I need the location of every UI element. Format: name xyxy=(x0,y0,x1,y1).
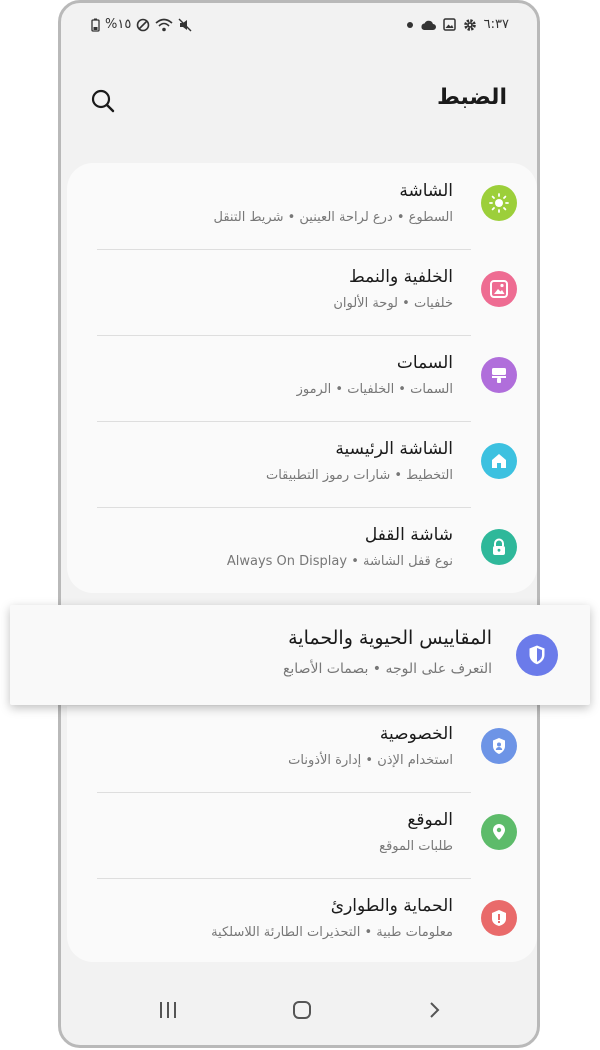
settings-item-subtitle: التعرف على الوجه • بصمات الأصابع xyxy=(282,661,492,677)
settings-gear-icon xyxy=(463,18,476,31)
settings-item-title: الخصوصية xyxy=(379,724,453,744)
cloud-icon xyxy=(421,20,436,30)
home-icon xyxy=(481,443,517,479)
shield-icon xyxy=(516,634,558,676)
gallery-icon xyxy=(442,18,456,31)
settings-item-title: الخلفية والنمط xyxy=(349,267,453,287)
location-icon xyxy=(481,814,517,850)
settings-item-title: الشاشة xyxy=(399,181,453,201)
settings-item-title: المقاييس الحيوية والحماية xyxy=(288,627,492,649)
back-button[interactable] xyxy=(417,993,451,1027)
search-icon xyxy=(91,89,115,113)
status-right: ٦:٣٧ xyxy=(406,17,509,32)
settings-item-title: السمات xyxy=(396,353,453,373)
search-button[interactable] xyxy=(89,87,117,115)
settings-item-subtitle: طلبات الموقع xyxy=(379,839,453,854)
settings-item-location[interactable]: الموقع طلبات الموقع xyxy=(67,792,537,878)
settings-item-title: الحماية والطوارئ xyxy=(330,896,453,916)
privacy-icon xyxy=(481,728,517,764)
settings-item-subtitle: نوع قفل الشاشة • Always On Display xyxy=(226,554,453,569)
status-left: %١٥ xyxy=(91,17,192,32)
settings-item-subtitle: السمات • الخلفيات • الرموز xyxy=(296,382,453,397)
brightness-icon xyxy=(481,185,517,221)
recent-apps-button[interactable] xyxy=(151,993,185,1027)
settings-item-subtitle: السطوع • درع لراحة العينين • شريط التنقل xyxy=(213,210,453,225)
home-button[interactable] xyxy=(285,993,319,1027)
settings-item-subtitle: خلفيات • لوحة الألوان xyxy=(333,296,453,311)
settings-item-privacy[interactable]: الخصوصية استخدام الإذن • إدارة الأذونات xyxy=(67,706,537,792)
status-bar: %١٥ ٦:٣٧ xyxy=(61,15,537,41)
battery-icon xyxy=(91,18,100,32)
settings-card-top: الشاشة السطوع • درع لراحة العينين • شريط… xyxy=(67,163,537,593)
settings-item-wallpaper[interactable]: الخلفية والنمط خلفيات • لوحة الألوان xyxy=(67,249,537,335)
home-button-icon xyxy=(293,1001,311,1019)
settings-card-bottom: الخصوصية استخدام الإذن • إدارة الأذونات … xyxy=(67,706,537,962)
settings-item-display[interactable]: الشاشة السطوع • درع لراحة العينين • شريط… xyxy=(67,163,537,249)
do-not-disturb-icon xyxy=(137,18,150,31)
page-title: الضبط xyxy=(436,85,507,110)
notification-dot-icon xyxy=(406,21,413,28)
clock: ٦:٣٧ xyxy=(483,17,509,32)
settings-item-safety[interactable]: الحماية والطوارئ معلومات طبية • التحذيرا… xyxy=(67,878,537,964)
emergency-icon xyxy=(481,900,517,936)
settings-item-title: الموقع xyxy=(407,810,453,830)
wallpaper-icon xyxy=(481,271,517,307)
settings-item-subtitle: استخدام الإذن • إدارة الأذونات xyxy=(288,753,453,768)
navigation-bar xyxy=(61,975,537,1045)
settings-item-home-screen[interactable]: الشاشة الرئيسية التخطيط • شارات رموز الت… xyxy=(67,421,537,507)
settings-item-title: الشاشة الرئيسية xyxy=(335,439,453,459)
battery-percent: %١٥ xyxy=(105,17,132,32)
lock-icon xyxy=(481,529,517,565)
settings-item-lock-screen[interactable]: شاشة القفل نوع قفل الشاشة • Always On Di… xyxy=(67,507,537,593)
app-header: الضبط xyxy=(61,81,537,121)
mute-icon xyxy=(178,18,192,31)
wifi-icon xyxy=(155,18,173,31)
settings-item-title: شاشة القفل xyxy=(364,525,453,545)
phone-frame: %١٥ ٦:٣٧ الضبط الشاشة السطوع • درع لراحة… xyxy=(58,0,540,1048)
chevron-right-icon xyxy=(430,1002,440,1018)
settings-item-subtitle: معلومات طبية • التحذيرات الطارئة اللاسلك… xyxy=(211,925,453,940)
settings-item-themes[interactable]: السمات السمات • الخلفيات • الرموز xyxy=(67,335,537,421)
themes-icon xyxy=(481,357,517,393)
settings-item-biometrics-highlighted[interactable]: المقاييس الحيوية والحماية التعرف على الو… xyxy=(10,605,590,705)
recent-apps-icon xyxy=(160,1002,176,1018)
settings-item-subtitle: التخطيط • شارات رموز التطبيقات xyxy=(265,468,453,483)
